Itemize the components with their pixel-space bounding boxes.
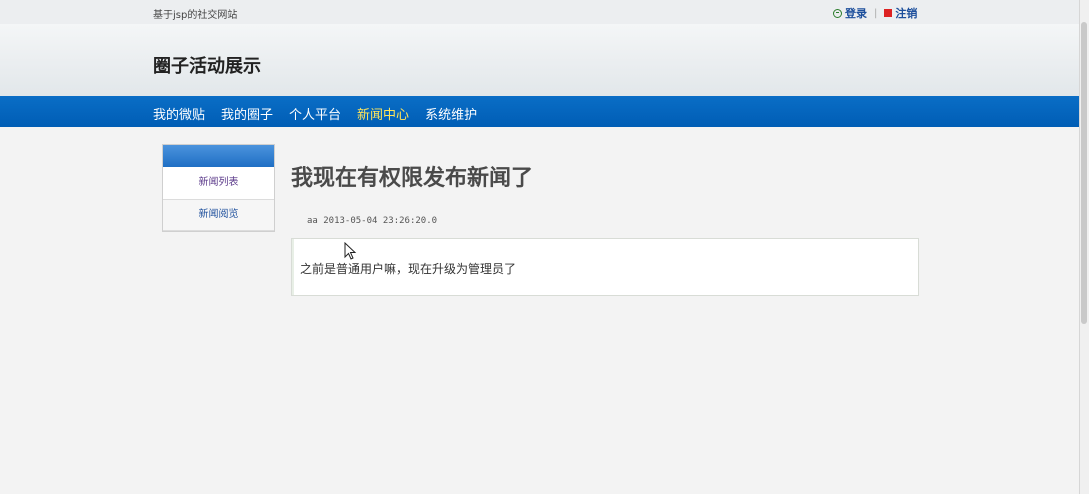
article-meta: aa 2013-05-04 23:26:20.0 <box>307 216 438 226</box>
article-body: 之前是普通用户嘛，现在升级为管理员了 <box>300 262 517 276</box>
article-body-box: 之前是普通用户嘛，现在升级为管理员了 <box>291 238 919 296</box>
sidebar-header <box>163 145 274 167</box>
article-title: 我现在有权限发布新闻了 <box>291 166 534 191</box>
logout-icon <box>884 9 893 17</box>
logout-link[interactable]: 注销 <box>895 5 917 21</box>
nav-item-news-center[interactable]: 新闻中心 <box>357 104 409 123</box>
sidebar-item-news-browse[interactable]: 新闻阅览 <box>163 200 274 231</box>
scrollbar[interactable] <box>1079 0 1089 494</box>
nav-item-system[interactable]: 系统维护 <box>425 104 477 123</box>
divider: | <box>874 7 878 19</box>
site-name: 基于jsp的社交网站 <box>153 10 238 21</box>
sidebar-item-news-list[interactable]: 新闻列表 <box>163 167 274 200</box>
page-title: 圈子活动展示 <box>153 56 261 77</box>
nav-item-my-posts[interactable]: 我的微贴 <box>153 104 205 123</box>
mouse-cursor-icon <box>344 242 357 260</box>
auth-links: 登录 | 注销 <box>833 5 917 21</box>
nav-item-personal[interactable]: 个人平台 <box>289 104 341 123</box>
sidebar: 新闻列表 新闻阅览 <box>162 144 275 232</box>
scroll-thumb[interactable] <box>1081 22 1087 324</box>
login-icon <box>833 8 842 18</box>
nav-item-my-circles[interactable]: 我的圈子 <box>221 104 273 123</box>
top-bar: 基于jsp的社交网站 登录 | 注销 <box>0 0 1080 24</box>
main-nav: 我的微贴 我的圈子 个人平台 新闻中心 系统维护 <box>0 96 1080 127</box>
header: 圈子活动展示 <box>0 24 1080 96</box>
login-link[interactable]: 登录 <box>845 5 867 21</box>
